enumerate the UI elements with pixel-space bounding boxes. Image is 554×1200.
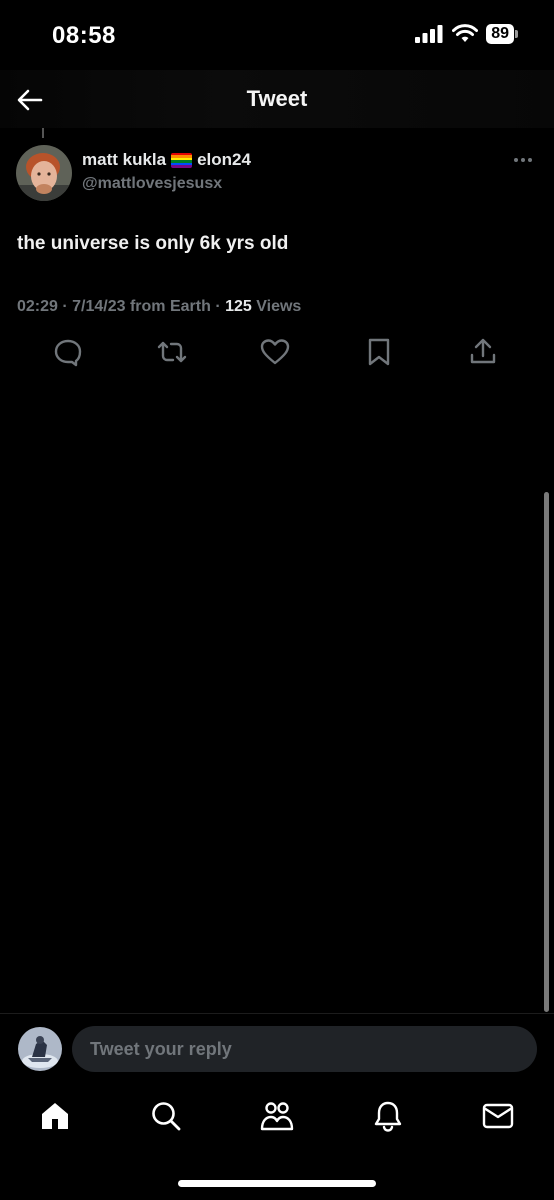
nav-header: Tweet [0,70,554,128]
home-icon[interactable] [37,1098,73,1134]
current-user-avatar-image [18,1027,62,1071]
author-handle[interactable]: @mattlovesjesusx [82,175,222,193]
author-name[interactable]: matt kukla elon24 [82,150,251,170]
reply-input[interactable] [72,1026,537,1072]
battery-tip [515,30,518,38]
more-options-icon[interactable] [512,150,534,170]
scrollbar[interactable] [544,492,549,1012]
battery-indicator: 89 [486,24,518,44]
author-avatar[interactable] [16,145,72,201]
retweet-icon[interactable] [156,336,188,368]
reply-icon[interactable] [52,336,84,368]
home-indicator[interactable] [178,1180,376,1187]
search-icon[interactable] [148,1098,184,1134]
views-count: 125 [225,298,252,315]
author-name-suffix: elon24 [197,150,251,169]
bookmark-icon[interactable] [363,336,395,368]
share-icon[interactable] [467,336,499,368]
notifications-icon[interactable] [370,1098,406,1134]
status-time: 08:58 [52,22,116,49]
tweet-text: the universe is only 6k yrs old [17,233,289,254]
status-icons: 89 [414,24,518,44]
tweet-timestamp: 02:29 · 7/14/23 from Earth · [17,298,226,315]
status-bar: 08:58 89 [0,0,554,70]
rainbow-flag-icon [171,152,193,168]
reply-bar [0,1013,554,1083]
like-icon[interactable] [259,336,291,368]
tweet-meta: 02:29 · 7/14/23 from Earth · 125 Views [17,298,301,316]
communities-icon[interactable] [259,1098,295,1134]
views-label: Views [251,298,302,315]
tweet-actions [0,336,554,372]
wifi-icon [452,24,479,42]
tab-bar [0,1090,554,1150]
messages-icon[interactable] [480,1098,516,1134]
avatar-image [16,145,72,201]
cellular-signal-icon [415,25,443,43]
current-user-avatar[interactable] [18,1027,62,1071]
author-display-name: matt kukla [82,150,167,169]
battery-level: 89 [486,24,514,44]
thread-connector [42,128,44,138]
page-title: Tweet [246,86,308,111]
